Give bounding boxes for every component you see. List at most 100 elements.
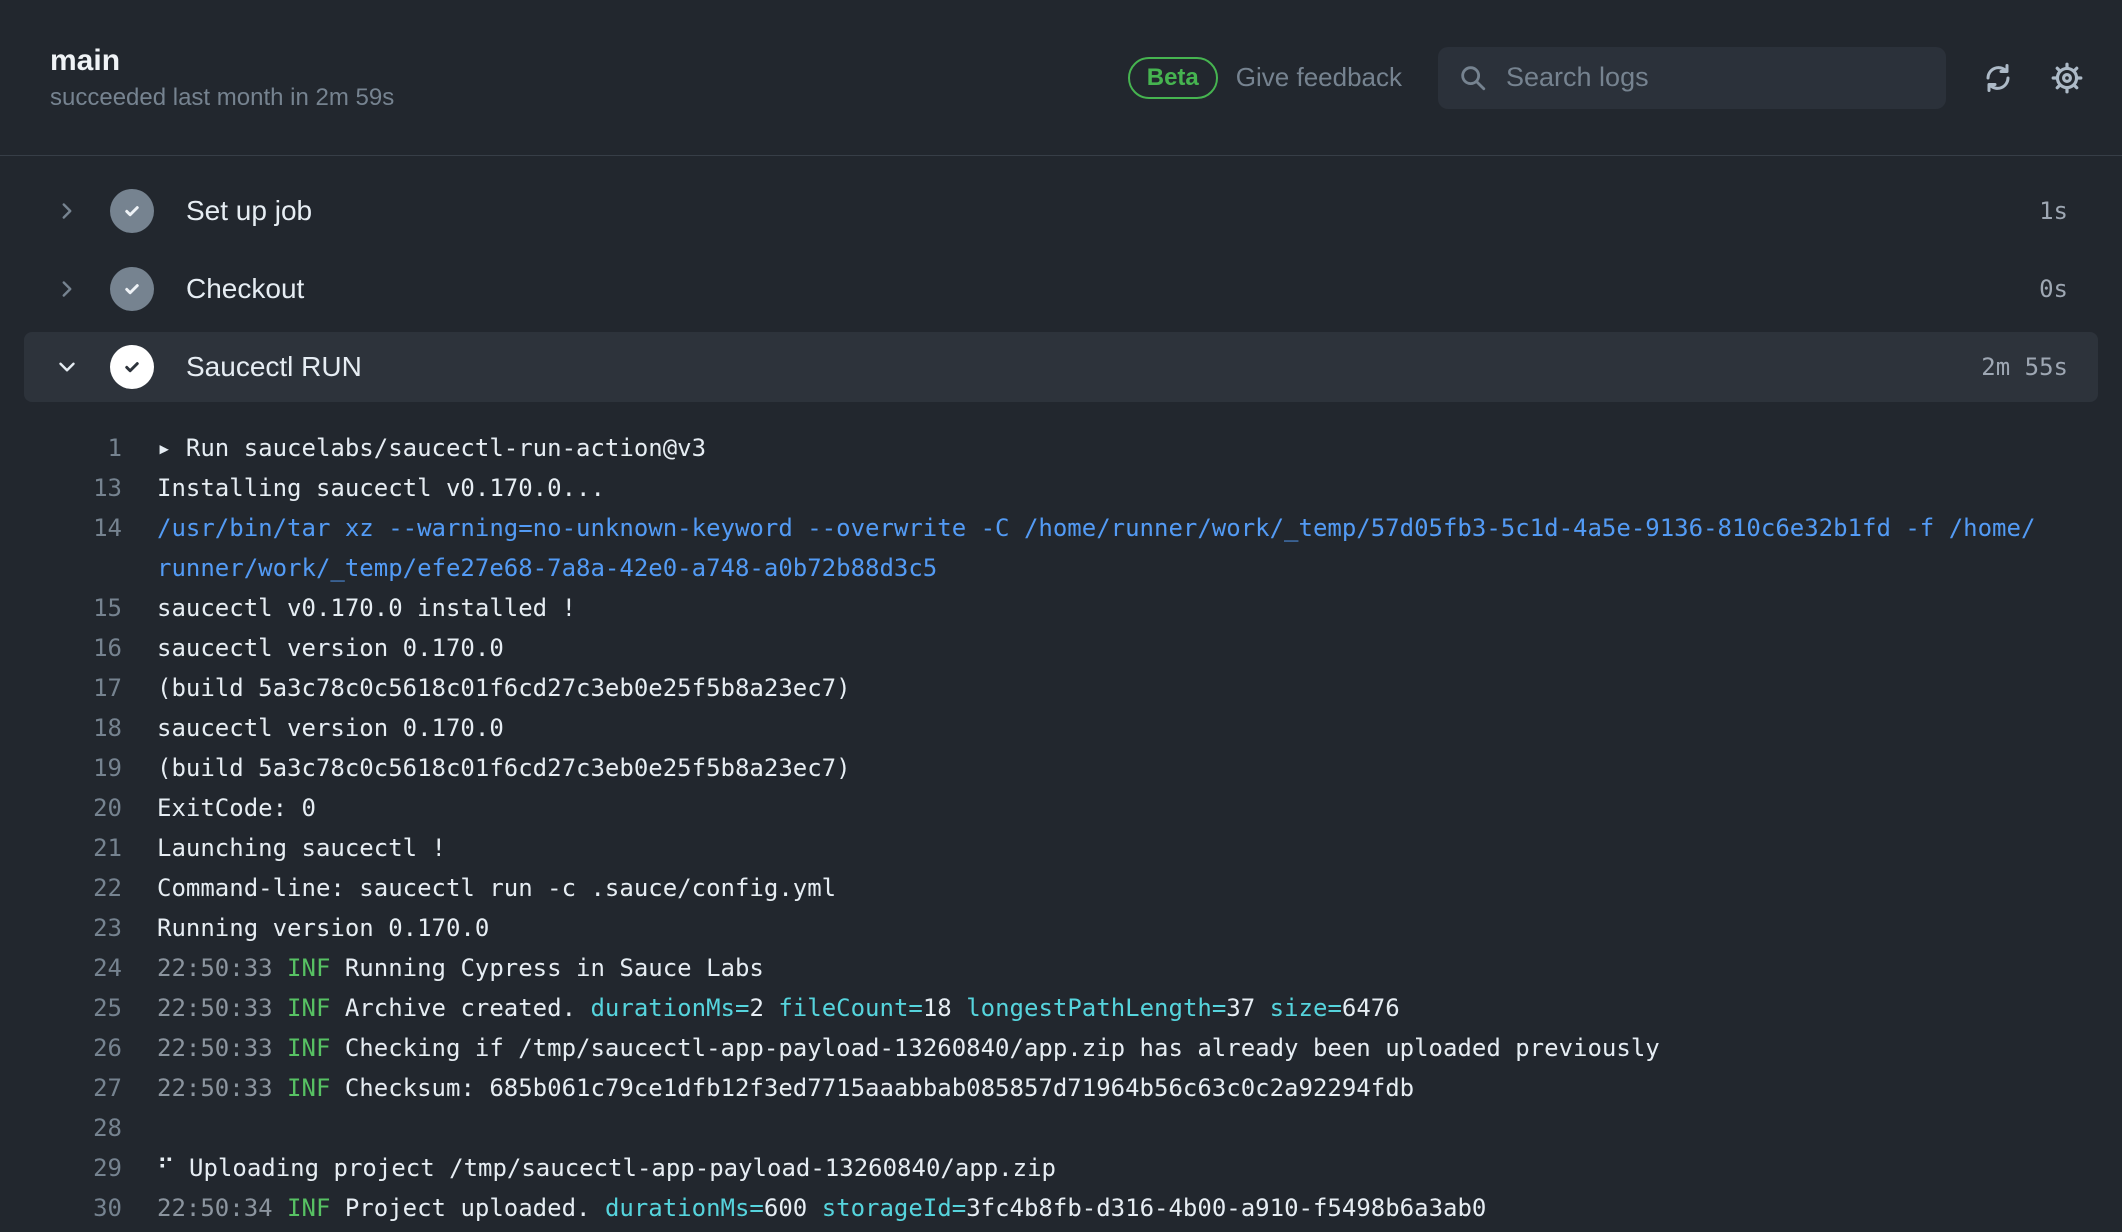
log-segment: (build 5a3c78c0c5618c01f6cd27c3eb0e25f5b…	[157, 674, 851, 702]
line-number[interactable]: 19	[0, 748, 122, 788]
search-input[interactable]	[1504, 61, 1926, 94]
line-number[interactable]: 1	[0, 428, 122, 468]
log-segment: saucectl version 0.170.0	[157, 714, 504, 742]
check-icon	[120, 199, 144, 223]
line-number[interactable]: 29	[0, 1148, 122, 1188]
log-segment: ▸ Run saucelabs/saucectl-run-action@v3	[157, 434, 706, 462]
log-segment: 22:50:33	[157, 1074, 287, 1102]
refresh-button[interactable]	[1982, 62, 2014, 94]
log-line: 22 Command-line: saucectl run -c .sauce/c…	[0, 868, 2098, 908]
log-segment: durationMs=	[590, 994, 749, 1022]
log-segment: ⠋ Uploading project /tmp/saucectl-app-pa…	[157, 1154, 1056, 1182]
job-status-summary: succeeded last month in 2m 59s	[50, 86, 394, 110]
line-text: (build 5a3c78c0c5618c01f6cd27c3eb0e25f5b…	[157, 668, 851, 708]
log-segment: longestPathLength=	[966, 994, 1226, 1022]
log-line: 19 (build 5a3c78c0c5618c01f6cd27c3eb0e25f…	[0, 748, 2098, 788]
log-line: 28	[0, 1108, 2098, 1148]
line-number[interactable]: 15	[0, 588, 122, 628]
log-segment: 3fc4b8fb-d316-4b00-a910-f5498b6a3ab0	[966, 1194, 1486, 1222]
line-number[interactable]: 28	[0, 1108, 122, 1148]
log-segment: (build 5a3c78c0c5618c01f6cd27c3eb0e25f5b…	[157, 754, 851, 782]
log-line: 18 saucectl version 0.170.0	[0, 708, 2098, 748]
log-line: 27 22:50:33 INF Checksum: 685b061c79ce1df…	[0, 1068, 2098, 1108]
log-line: 20 ExitCode: 0	[0, 788, 2098, 828]
chevron-right-icon	[54, 276, 80, 302]
log-line: 29 ⠋ Uploading project /tmp/saucectl-app-…	[0, 1148, 2098, 1188]
line-number[interactable]: 20	[0, 788, 122, 828]
job-title: main	[50, 46, 394, 76]
search-icon	[1458, 63, 1488, 93]
line-text: ⠋ Uploading project /tmp/saucectl-app-pa…	[157, 1148, 1056, 1188]
search-box[interactable]	[1438, 47, 1946, 109]
step-name: Set up job	[186, 195, 312, 227]
log-segment: fileCount=	[778, 994, 923, 1022]
log-segment: 37	[1226, 994, 1269, 1022]
line-text: 22:50:33 INF Running Cypress in Sauce La…	[157, 948, 764, 988]
log-segment: ExitCode: 0	[157, 794, 316, 822]
line-number[interactable]: 17	[0, 668, 122, 708]
line-number[interactable]: 14	[0, 508, 122, 548]
line-text: 22:50:33 INF Checksum: 685b061c79ce1dfb1…	[157, 1068, 1414, 1108]
line-text: saucectl version 0.170.0	[157, 628, 504, 668]
log-line: 21 Launching saucectl !	[0, 828, 2098, 868]
step-row-checkout[interactable]: Checkout0s	[24, 254, 2098, 324]
line-text: (build 5a3c78c0c5618c01f6cd27c3eb0e25f5b…	[157, 748, 851, 788]
line-number[interactable]: 23	[0, 908, 122, 948]
log-segment: 600	[764, 1194, 822, 1222]
log-line: 14/usr/bin/tar xz --warning=no-unknown-k…	[0, 508, 2098, 588]
line-number[interactable]: 27	[0, 1068, 122, 1108]
line-text: Launching saucectl !	[157, 828, 446, 868]
line-number[interactable]: 16	[0, 628, 122, 668]
line-number[interactable]: 30	[0, 1188, 122, 1228]
log-segment: size=	[1270, 994, 1342, 1022]
log-segment: 22:50:34	[157, 1194, 287, 1222]
step-row-set-up-job[interactable]: Set up job 1s	[24, 176, 2098, 246]
step-name: Saucectl RUN	[186, 351, 362, 383]
log-segment: Checksum: 685b061c79ce1dfb12f3ed7715aaab…	[345, 1074, 1414, 1102]
success-check-icon	[110, 189, 154, 233]
beta-feedback-group: Beta Give feedback	[1128, 57, 1402, 99]
refresh-icon	[1982, 62, 2014, 94]
log-segment: Launching saucectl !	[157, 834, 446, 862]
step-row-saucectl-run[interactable]: Saucectl RUN2m 55s	[24, 332, 2098, 402]
line-text: /usr/bin/tar xz --warning=no-unknown-key…	[157, 508, 2035, 588]
line-text: 22:50:33 INF Archive created. durationMs…	[157, 988, 1400, 1028]
log-lines: 1▸ Run saucelabs/saucectl-run-action@v31…	[0, 410, 2122, 1228]
line-number[interactable]: 25	[0, 988, 122, 1028]
log-segment: 18	[923, 994, 966, 1022]
check-icon	[120, 277, 144, 301]
log-segment: saucectl v0.170.0 installed !	[157, 594, 576, 622]
line-text: saucectl version 0.170.0	[157, 708, 504, 748]
log-segment: /usr/bin/tar xz --warning=no-unknown-key…	[157, 514, 2035, 582]
give-feedback-link[interactable]: Give feedback	[1236, 62, 1402, 93]
line-number[interactable]: 18	[0, 708, 122, 748]
line-number[interactable]: 13	[0, 468, 122, 508]
line-text: 22:50:33 INF Checking if /tmp/saucectl-a…	[157, 1028, 1660, 1068]
workflow-log-viewer: main succeeded last month in 2m 59s Beta…	[0, 0, 2122, 1228]
line-number[interactable]: 24	[0, 948, 122, 988]
step-name: Checkout	[186, 273, 304, 305]
line-number[interactable]: 26	[0, 1028, 122, 1068]
step-duration: 1s	[2039, 197, 2068, 225]
gear-icon	[2050, 61, 2084, 95]
job-log-panel: Set up job 1s Checkout0s Saucectl RUN2m 55s…	[0, 156, 2122, 1228]
log-line: 24 22:50:33 INF Running Cypress in Sauce …	[0, 948, 2098, 988]
log-segment: Archive created.	[345, 994, 591, 1022]
line-text: ▸ Run saucelabs/saucectl-run-action@v3	[157, 428, 706, 468]
log-segment: Checking if /tmp/saucectl-app-payload-13…	[345, 1034, 1660, 1062]
settings-button[interactable]	[2050, 61, 2084, 95]
log-line: 23Running version 0.170.0	[0, 908, 2098, 948]
log-segment: 22:50:33	[157, 994, 287, 1022]
log-segment: Command-line: saucectl run -c .sauce/con…	[157, 874, 836, 902]
line-number[interactable]: 21	[0, 828, 122, 868]
chevron-right-icon	[54, 198, 80, 224]
log-line: 1 ▸ Run saucelabs/saucectl-run-action@v3	[0, 428, 2098, 468]
line-text: Installing saucectl v0.170.0...	[157, 468, 605, 508]
success-check-icon	[110, 345, 154, 389]
line-text: saucectl v0.170.0 installed !	[157, 588, 576, 628]
line-number[interactable]: 22	[0, 868, 122, 908]
steps-list: Set up job 1s Checkout0s Saucectl RUN2m 55s	[0, 156, 2122, 402]
success-check-icon	[110, 267, 154, 311]
log-segment: Installing saucectl v0.170.0...	[157, 474, 605, 502]
log-segment: 6476	[1342, 994, 1400, 1022]
